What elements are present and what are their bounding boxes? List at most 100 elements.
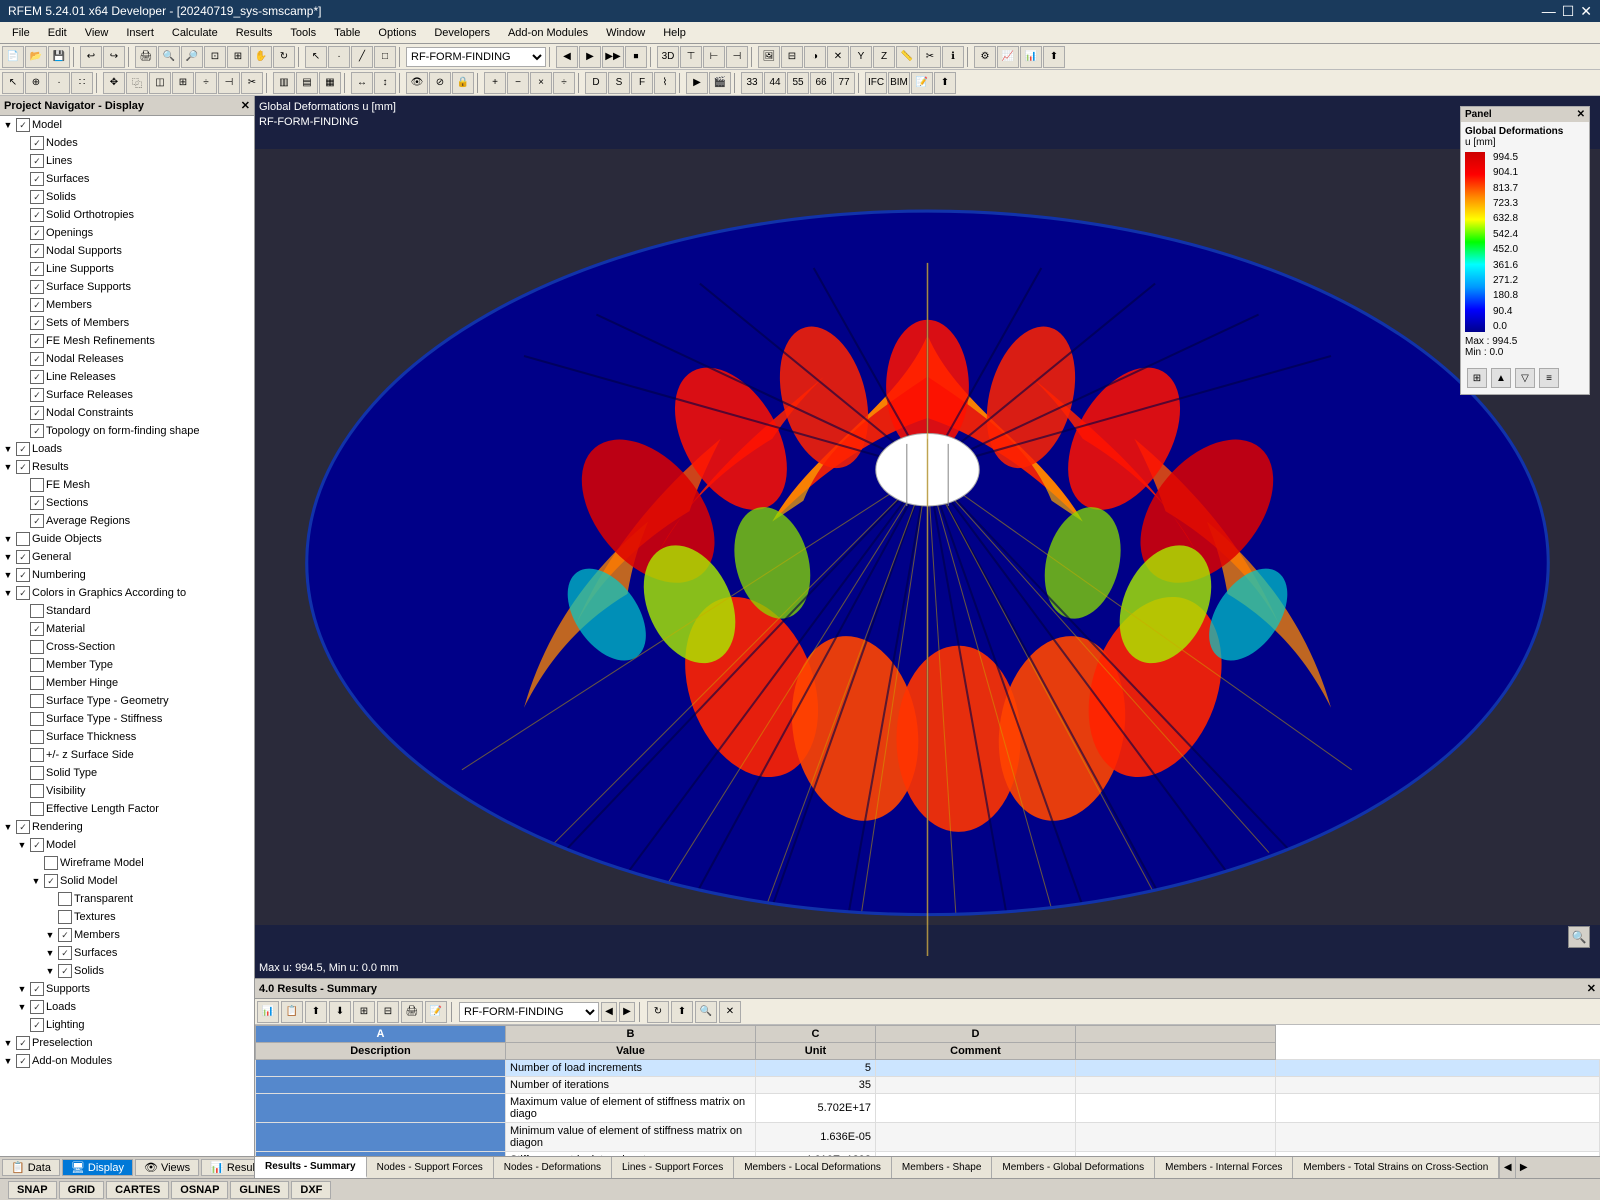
checkbox-13[interactable] [30,334,44,348]
legend-icon2[interactable]: ▲ [1491,368,1511,388]
tree-item-25[interactable]: ▼General [0,548,254,566]
tb2-66[interactable]: 66 [810,72,832,94]
tb2-move[interactable]: ✥ [103,72,125,94]
tree-item-29[interactable]: Material [0,620,254,638]
checkbox-35[interactable] [30,730,44,744]
tb2-copy[interactable]: ⿻ [126,72,148,94]
tree-item-28[interactable]: Standard [0,602,254,620]
checkbox-39[interactable] [30,802,44,816]
checkbox-26[interactable] [16,568,30,582]
tb-pan[interactable]: ✋ [250,46,272,68]
tree-item-23[interactable]: Average Regions [0,512,254,530]
legend-icon3[interactable]: ▽ [1515,368,1535,388]
checkbox-44[interactable] [58,892,72,906]
bt-refresh[interactable]: ↻ [647,1001,669,1023]
tree-item-51[interactable]: Lighting [0,1016,254,1034]
bottom-combo-next[interactable]: ▶ [619,1002,635,1022]
tree-item-1[interactable]: ▼Model [0,116,254,134]
tree-item-19[interactable]: ▼Loads [0,440,254,458]
expand-icon-26[interactable]: ▼ [2,567,14,583]
tb-node[interactable]: · [328,46,350,68]
checkbox-14[interactable] [30,352,44,366]
tree-item-50[interactable]: ▼Loads [0,998,254,1016]
tree-item-21[interactable]: FE Mesh [0,476,254,494]
checkbox-27[interactable] [16,586,30,600]
checkbox-40[interactable] [16,820,30,834]
tab-views[interactable]: 👁 Views [135,1159,199,1176]
tree-item-37[interactable]: Solid Type [0,764,254,782]
rf-combo[interactable]: RF-FORM-FINDING [406,47,546,67]
checkbox-24[interactable] [16,532,30,546]
tb2-report[interactable]: 📝 [911,72,933,94]
tb2-33[interactable]: 33 [741,72,763,94]
bottom-tab-1[interactable]: Nodes - Support Forces [367,1157,494,1178]
checkbox-41[interactable] [30,838,44,852]
checkbox-17[interactable] [30,406,44,420]
tree-item-14[interactable]: Nodal Releases [0,350,254,368]
tb2-div[interactable]: ÷ [553,72,575,94]
tree-container[interactable]: ▼Model Nodes Lines Surfaces Solids Solid… [0,116,254,1156]
bt-btn5[interactable]: ⊞ [353,1001,375,1023]
expand-icon-47[interactable]: ▼ [44,945,56,961]
bt-close2[interactable]: ✕ [719,1001,741,1023]
tb2-plus[interactable]: + [484,72,506,94]
legend-close-btn[interactable]: ✕ [1577,109,1585,120]
tb-zoom-out[interactable]: 🔎 [181,46,203,68]
tb-top[interactable]: ⊤ [680,46,702,68]
checkbox-11[interactable] [30,298,44,312]
bottom-panel-close[interactable]: ✕ [1587,982,1596,995]
tb2-area2[interactable]: ▤ [296,72,318,94]
checkbox-2[interactable] [30,136,44,150]
checkbox-19[interactable] [16,442,30,456]
bt-filter[interactable]: 🔍 [695,1001,717,1023]
tb-settings[interactable]: ⚙ [974,46,996,68]
tb-print[interactable]: 🖨 [135,46,157,68]
bottom-tab-0[interactable]: Results - Summary [255,1157,367,1178]
status-cartes[interactable]: CARTES [106,1181,169,1199]
tree-item-26[interactable]: ▼Numbering [0,566,254,584]
tree-item-3[interactable]: Lines [0,152,254,170]
bottom-tab-6[interactable]: Members - Global Deformations [992,1157,1155,1178]
tb2-area3[interactable]: ▦ [319,72,341,94]
checkbox-8[interactable] [30,244,44,258]
expand-icon-19[interactable]: ▼ [2,441,14,457]
tb2-extend[interactable]: ⊣ [218,72,240,94]
tree-item-42[interactable]: Wireframe Model [0,854,254,872]
checkbox-51[interactable] [30,1018,44,1032]
tb-rotate[interactable]: ↻ [273,46,295,68]
bottom-tabs-scroll-right[interactable]: ▶ [1515,1157,1531,1178]
tb-wire[interactable]: ⊟ [781,46,803,68]
status-dxf[interactable]: DXF [291,1181,331,1199]
tb-y[interactable]: Y [850,46,872,68]
tb-3d[interactable]: 3D [657,46,679,68]
tree-item-36[interactable]: +/- z Surface Side [0,746,254,764]
tree-item-30[interactable]: Cross-Section [0,638,254,656]
tab-results[interactable]: 📊 Results [201,1159,255,1176]
tb-next[interactable]: ▶ [579,46,601,68]
expand-icon-50[interactable]: ▼ [16,999,28,1015]
checkbox-18[interactable] [30,424,44,438]
checkbox-45[interactable] [58,910,72,924]
tb-shade[interactable]: ◑ [804,46,826,68]
menu-results[interactable]: Results [228,25,281,41]
checkbox-43[interactable] [44,874,58,888]
checkbox-3[interactable] [30,154,44,168]
maximize-btn[interactable]: ☐ [1562,3,1575,20]
tb2-node2[interactable]: · [48,72,70,94]
tree-item-11[interactable]: Members [0,296,254,314]
expand-icon-52[interactable]: ▼ [2,1035,14,1051]
tb2-cursor[interactable]: ↖ [2,72,24,94]
checkbox-5[interactable] [30,190,44,204]
tree-item-35[interactable]: Surface Thickness [0,728,254,746]
menu-file[interactable]: File [4,25,38,41]
tb2-mult[interactable]: × [530,72,552,94]
menu-options[interactable]: Options [370,25,424,41]
tb2-array[interactable]: ⊞ [172,72,194,94]
tb2-eye[interactable]: 👁 [406,72,428,94]
expand-icon-46[interactable]: ▼ [44,927,56,943]
tree-item-43[interactable]: ▼Solid Model [0,872,254,890]
bottom-tab-3[interactable]: Lines - Support Forces [612,1157,734,1178]
close-btn[interactable]: ✕ [1580,3,1592,20]
checkbox-37[interactable] [30,766,44,780]
tb-info[interactable]: ℹ [942,46,964,68]
